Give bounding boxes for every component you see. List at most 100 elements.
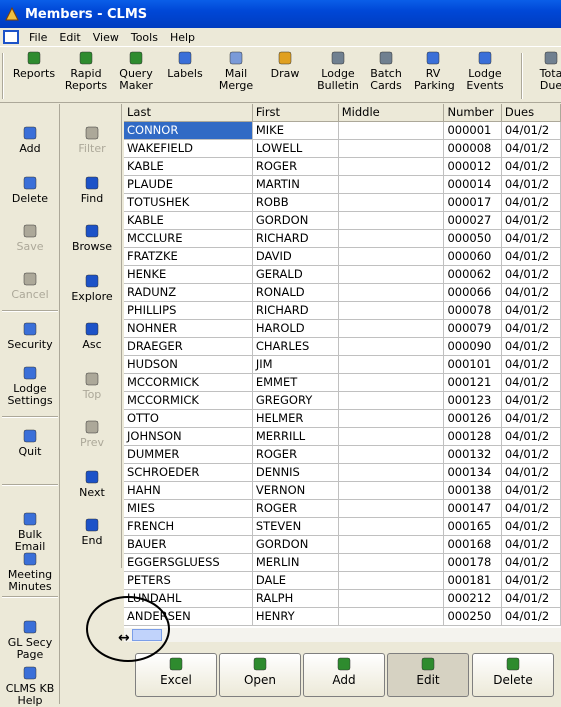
table-row[interactable]: PHILLIPS RICHARD 000078 04/01/2	[124, 301, 561, 320]
cell-dues[interactable]: 04/01/2	[501, 247, 561, 266]
cell-number[interactable]: 000017	[443, 193, 502, 212]
cell-first[interactable]: GREGORY	[252, 391, 339, 410]
cell-dues[interactable]: 04/01/2	[501, 571, 561, 590]
cell-number[interactable]: 000132	[443, 445, 502, 464]
menu-tools[interactable]: Tools	[125, 31, 164, 44]
cell-dues[interactable]: 04/01/2	[501, 373, 561, 392]
cell-middle[interactable]	[338, 535, 445, 554]
left-meeting-minutes-button[interactable]: Meeting Minutes	[0, 552, 60, 593]
cell-middle[interactable]	[338, 283, 445, 302]
cell-number[interactable]: 000250	[443, 607, 502, 626]
column-header-middle[interactable]: Middle	[338, 104, 445, 122]
left-cancel-button[interactable]: Cancel	[0, 272, 60, 301]
cell-dues[interactable]: 04/01/2	[501, 229, 561, 248]
cell-last[interactable]: PHILLIPS	[124, 301, 253, 320]
table-row[interactable]: OTTO HELMER 000126 04/01/2	[124, 409, 561, 428]
cell-first[interactable]: RICHARD	[252, 301, 339, 320]
cell-last[interactable]: DUMMER	[124, 445, 253, 464]
toolbar-lodge-bulletin-button[interactable]: Lodge Bulletin	[316, 51, 360, 92]
cell-middle[interactable]	[338, 139, 445, 158]
cell-first[interactable]: JIM	[252, 355, 339, 374]
table-row[interactable]: HUDSON JIM 000101 04/01/2	[124, 355, 561, 374]
cell-last[interactable]: EGGERSGLUESS	[124, 553, 253, 572]
cell-middle[interactable]	[338, 301, 445, 320]
cell-middle[interactable]	[338, 121, 445, 140]
cell-number[interactable]: 000121	[443, 373, 502, 392]
cell-middle[interactable]	[338, 373, 445, 392]
table-row[interactable]: MCCORMICK EMMET 000121 04/01/2	[124, 373, 561, 392]
bottom-add-button[interactable]: Add	[303, 653, 385, 697]
cell-dues[interactable]: 04/01/2	[501, 337, 561, 356]
cell-middle[interactable]	[338, 265, 445, 284]
cell-dues[interactable]: 04/01/2	[501, 301, 561, 320]
table-row[interactable]: KABLE GORDON 000027 04/01/2	[124, 211, 561, 230]
system-menu-icon[interactable]	[3, 30, 19, 44]
cell-last[interactable]: FRENCH	[124, 517, 253, 536]
left-lock-button[interactable]: Security	[0, 322, 60, 351]
cell-first[interactable]: ROGER	[252, 499, 339, 518]
cell-number[interactable]: 000134	[443, 463, 502, 482]
table-row[interactable]: MCCORMICK GREGORY 000123 04/01/2	[124, 391, 561, 410]
cell-last[interactable]: SCHROEDER	[124, 463, 253, 482]
cell-dues[interactable]: 04/01/2	[501, 139, 561, 158]
cell-number[interactable]: 000066	[443, 283, 502, 302]
cell-number[interactable]: 000123	[443, 391, 502, 410]
table-row[interactable]: EGGERSGLUESS MERLIN 000178 04/01/2	[124, 553, 561, 572]
cell-number[interactable]: 000212	[443, 589, 502, 608]
cell-last[interactable]: TOTUSHEK	[124, 193, 253, 212]
cell-last[interactable]: MIES	[124, 499, 253, 518]
cell-last[interactable]: RADUNZ	[124, 283, 253, 302]
cell-first[interactable]: ROGER	[252, 157, 339, 176]
table-row[interactable]: BAUER GORDON 000168 04/01/2	[124, 535, 561, 554]
cell-dues[interactable]: 04/01/2	[501, 265, 561, 284]
cell-last[interactable]: CONNOR	[124, 121, 253, 140]
cell-number[interactable]: 000168	[443, 535, 502, 554]
toolbar-labels-button[interactable]: Labels	[166, 51, 204, 80]
cell-last[interactable]: KABLE	[124, 157, 253, 176]
column-header-last[interactable]: Last	[124, 104, 253, 122]
cell-number[interactable]: 000062	[443, 265, 502, 284]
cell-middle[interactable]	[338, 409, 445, 428]
cell-middle[interactable]	[338, 463, 445, 482]
column-header-dues[interactable]: Dues	[501, 104, 561, 122]
table-row[interactable]: RADUNZ RONALD 000066 04/01/2	[124, 283, 561, 302]
toolbar-rapid-reports-button[interactable]: Rapid Reports	[63, 51, 109, 92]
table-row[interactable]: NOHNER HAROLD 000079 04/01/2	[124, 319, 561, 338]
cell-dues[interactable]: 04/01/2	[501, 499, 561, 518]
nav-binoculars-button[interactable]: Find	[62, 176, 122, 205]
cell-middle[interactable]	[338, 247, 445, 266]
cell-number[interactable]: 000101	[443, 355, 502, 374]
cell-first[interactable]: MERLIN	[252, 553, 339, 572]
cell-number[interactable]: 000128	[443, 427, 502, 446]
cell-dues[interactable]: 04/01/2	[501, 607, 561, 626]
cell-last[interactable]: PETERS	[124, 571, 253, 590]
cell-middle[interactable]	[338, 499, 445, 518]
cell-first[interactable]: ROBB	[252, 193, 339, 212]
cell-number[interactable]: 000126	[443, 409, 502, 428]
cell-first[interactable]: LOWELL	[252, 139, 339, 158]
left-help-globe-button[interactable]: CLMS KB Help	[0, 666, 60, 707]
left-settings-button[interactable]: Lodge Settings	[0, 366, 60, 407]
left-add-button[interactable]: Add	[0, 126, 60, 155]
table-row[interactable]: WAKEFIELD LOWELL 000008 04/01/2	[124, 139, 561, 158]
cell-dues[interactable]: 04/01/2	[501, 355, 561, 374]
column-header-number[interactable]: Number	[443, 104, 502, 122]
cell-dues[interactable]: 04/01/2	[501, 427, 561, 446]
table-row[interactable]: DUMMER ROGER 000132 04/01/2	[124, 445, 561, 464]
cell-last[interactable]: HUDSON	[124, 355, 253, 374]
cell-dues[interactable]: 04/01/2	[501, 409, 561, 428]
toolbar-rv-parking-button[interactable]: RV Parking	[414, 51, 455, 92]
nav-prev-record-button[interactable]: Prev	[62, 420, 122, 449]
bottom-edit-button[interactable]: Edit	[387, 653, 469, 697]
cell-number[interactable]: 000090	[443, 337, 502, 356]
cell-first[interactable]: DAVID	[252, 247, 339, 266]
toolbar-reports-button[interactable]: Reports	[8, 51, 60, 80]
cell-dues[interactable]: 04/01/2	[501, 589, 561, 608]
cell-number[interactable]: 000012	[443, 157, 502, 176]
cell-dues[interactable]: 04/01/2	[501, 463, 561, 482]
cell-first[interactable]: MERRILL	[252, 427, 339, 446]
cell-middle[interactable]	[338, 391, 445, 410]
table-row[interactable]: PLAUDE MARTIN 000014 04/01/2	[124, 175, 561, 194]
cell-dues[interactable]: 04/01/2	[501, 157, 561, 176]
cell-middle[interactable]	[338, 589, 445, 608]
